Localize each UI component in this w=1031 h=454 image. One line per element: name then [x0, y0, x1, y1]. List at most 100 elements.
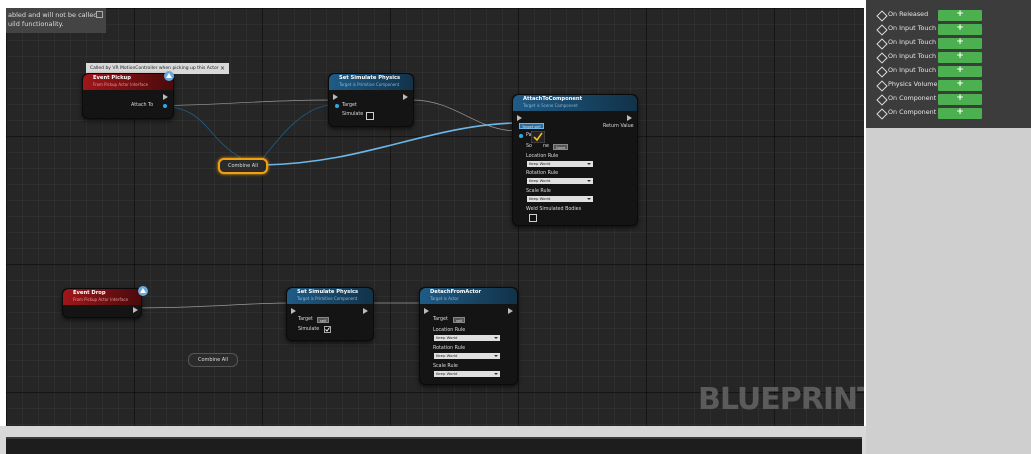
node-set-simulate-physics-2[interactable]: Set Simulate Physics Target is Primitive…	[286, 287, 374, 341]
exec-out-pin[interactable]	[508, 308, 513, 314]
simulate-label: Simulate	[342, 112, 364, 117]
wire-exec-2	[411, 99, 519, 132]
exec-out-pin[interactable]	[363, 308, 368, 314]
wire-exec-drop	[133, 302, 290, 309]
socket-name-label: ne	[543, 144, 549, 149]
event-label: On Component A	[888, 94, 943, 102]
plus-icon: +	[956, 23, 964, 33]
event-label: On Component D	[888, 108, 944, 116]
rotation-rule-label: Rotation Rule	[526, 171, 559, 176]
node-subtitle: Target is Primitive Component	[339, 82, 400, 87]
target-self-field[interactable]: self	[317, 317, 330, 323]
exec-out-pin[interactable]	[163, 94, 168, 100]
node-header: Set Simulate Physics Target is Primitive…	[329, 74, 413, 90]
socket-name-field[interactable]: None	[553, 144, 569, 150]
node-detach-from-actor[interactable]: DetachFromActor Target is Actor Target s…	[419, 287, 518, 385]
add-event-button[interactable]: +	[938, 93, 982, 105]
event-diamond-icon	[876, 80, 888, 92]
event-diamond-icon	[876, 10, 888, 22]
node-set-simulate-physics-1[interactable]: Set Simulate Physics Target is Primitive…	[328, 73, 414, 127]
attach-to-pin[interactable]	[163, 104, 167, 108]
target-label: Target	[522, 125, 534, 129]
add-event-button[interactable]: +	[938, 107, 982, 119]
add-event-button[interactable]: +	[938, 79, 982, 91]
exec-out-pin[interactable]	[403, 94, 408, 100]
node-event-pickup[interactable]: Event Pickup From Pickup Actor Interface…	[82, 71, 174, 119]
return-value-label: Return Value	[603, 124, 634, 129]
node-subtitle: From Pickup Actor Interface	[93, 82, 149, 87]
location-rule-label: Location Rule	[433, 328, 466, 333]
node-title: Set Simulate Physics	[339, 75, 401, 81]
details-panel: On Released + On Input Touch E + On Inpu…	[866, 0, 1031, 454]
node-header: DetachFromActor Target is Actor	[420, 288, 517, 304]
add-event-button[interactable]: +	[938, 9, 982, 21]
event-label: On Released	[888, 10, 929, 18]
exec-in-pin[interactable]	[424, 308, 429, 314]
simulate-label: Simulate	[298, 327, 320, 332]
simulate-checkbox[interactable]	[324, 326, 331, 333]
add-event-button[interactable]: +	[938, 23, 982, 35]
scale-rule-label: Scale Rule	[526, 189, 551, 194]
plus-icon: +	[956, 93, 964, 103]
wire-target-1	[255, 104, 334, 167]
warning-line-1: abled and will not be called	[8, 11, 98, 19]
location-rule-label: Location Rule	[526, 154, 559, 159]
exec-in-pin[interactable]	[291, 308, 296, 314]
location-rule-dropdown[interactable]: Keep World	[527, 161, 593, 167]
node-subtitle: From Pickup Actor Interface	[73, 297, 129, 302]
close-icon[interactable]	[96, 11, 103, 18]
event-row: On Input Touch E +	[866, 37, 1031, 51]
combine-all-node-2[interactable]: Combine All	[188, 353, 238, 367]
event-diamond-icon	[876, 108, 888, 120]
socket-label: So	[526, 144, 532, 149]
exec-in-pin[interactable]	[517, 115, 522, 121]
target-label: Target	[298, 317, 313, 322]
simulate-checkbox[interactable]	[366, 112, 374, 120]
location-rule-dropdown[interactable]: Keep World	[434, 335, 500, 341]
node-attach-to-component[interactable]: AttachToComponent Target is Scene Compon…	[512, 94, 638, 226]
target-pin[interactable]	[335, 104, 339, 108]
event-row: On Input Touch E +	[866, 23, 1031, 37]
warning-line-2: uild functionality.	[8, 20, 64, 28]
target-self-field[interactable]: self	[453, 317, 466, 323]
target-self-field[interactable]: Target self	[519, 123, 544, 129]
exec-out-pin[interactable]	[133, 307, 138, 313]
event-label: On Input Touch E	[888, 38, 943, 46]
event-graph-canvas[interactable]: abled and will not be called uild functi…	[6, 8, 864, 426]
checkmark-icon	[531, 131, 545, 143]
comment-close-icon[interactable]: ×	[220, 63, 225, 74]
plus-icon: +	[956, 9, 964, 19]
node-header: Event Pickup From Pickup Actor Interface	[83, 74, 173, 90]
node-subtitle: Target is Actor	[430, 296, 459, 301]
target-label: Target	[433, 317, 448, 322]
wire-combine-target	[262, 122, 515, 166]
rotation-rule-dropdown[interactable]: Keep World	[527, 178, 593, 184]
scale-rule-dropdown[interactable]: Keep World	[527, 196, 593, 202]
event-diamond-icon	[876, 24, 888, 36]
node-subtitle: Target is Scene Component	[523, 103, 578, 108]
add-event-button[interactable]: +	[938, 65, 982, 77]
plus-icon: +	[956, 107, 964, 117]
node-title: DetachFromActor	[430, 289, 482, 295]
event-diamond-icon	[876, 38, 888, 50]
node-title: AttachToComponent	[523, 96, 583, 102]
node-subtitle: Target is Primitive Component	[297, 296, 358, 301]
event-row: On Input Touch E +	[866, 51, 1031, 65]
exec-in-pin[interactable]	[333, 94, 338, 100]
event-label: Physics Volume	[888, 80, 938, 88]
node-header: Set Simulate Physics Target is Primitive…	[287, 288, 373, 304]
plus-icon: +	[956, 79, 964, 89]
scale-rule-label: Scale Rule	[433, 364, 458, 369]
scale-rule-dropdown[interactable]: Keep World	[434, 371, 500, 377]
add-event-button[interactable]: +	[938, 51, 982, 63]
add-event-button[interactable]: +	[938, 37, 982, 49]
parent-pin[interactable]	[519, 134, 523, 138]
event-label: On Input Touch E	[888, 24, 943, 32]
node-event-drop[interactable]: Event Drop From Pickup Actor Interface	[62, 286, 148, 318]
exec-out-pin[interactable]	[627, 115, 632, 121]
rotation-rule-label: Rotation Rule	[433, 346, 466, 351]
rotation-rule-dropdown[interactable]: Keep World	[434, 353, 500, 359]
weld-checkbox[interactable]	[529, 214, 537, 222]
combine-all-node-1[interactable]: Combine All	[218, 158, 268, 174]
event-row: On Input Touch L +	[866, 65, 1031, 79]
